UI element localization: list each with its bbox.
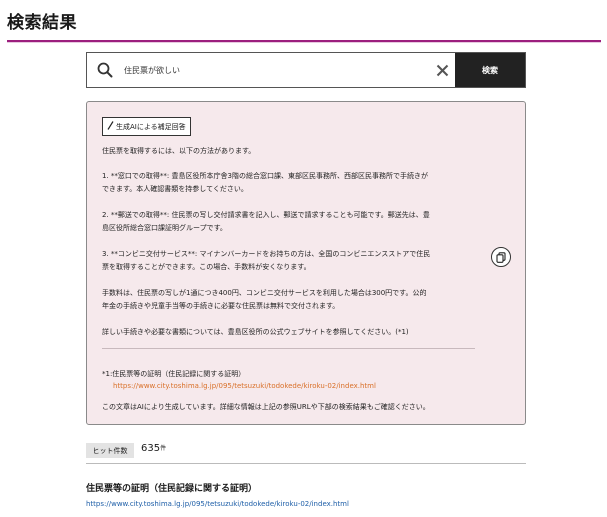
search-bar: 検索 [86, 52, 526, 88]
ai-intro: 住民票を取得するには、以下の方法があります。 [102, 147, 256, 155]
result-title[interactable]: 住民票等の証明（住民記録に関する証明） [86, 481, 257, 494]
ai-fee-line-1: 手数料は、住民票の写しが1通につき400円、コンビニ交付サービスを利用した場合は… [102, 289, 427, 297]
search-icon [87, 53, 123, 87]
ai-fee-line-2: 年金の手続きや児童手当等の手続きに必要な住民票は無料で交付されます。 [102, 302, 340, 310]
search-input[interactable] [123, 53, 429, 87]
hit-count-label: ヒット件数 [86, 443, 134, 458]
ai-details: 詳しい手続きや必要な書類については、豊島区役所の公式ウェブサイトを参照してくださ… [102, 328, 409, 336]
ai-reference-link[interactable]: https://www.city.toshima.lg.jp/095/tetsu… [113, 382, 376, 390]
ai-answer-badge-label: 生成AIによる補足回答 [116, 122, 186, 131]
ai-answer-divider [102, 348, 475, 349]
hit-count-value: 635 [141, 443, 161, 454]
page-title: 検索結果 [7, 13, 77, 33]
ai-disclaimer: この文章はAIにより生成しています。詳細な情報は上記の参照URLや下部の検索結果… [102, 403, 430, 411]
ai-answer-badge: 生成AIによる補足回答 [102, 117, 191, 136]
title-divider-shadow [7, 42, 601, 43]
search-button[interactable]: 検索 [455, 53, 525, 87]
ai-reference-label: *1:住民票等の証明（住民記録に関する証明） [102, 370, 246, 378]
ai-method-1-line-1: 1. **窓口での取得**: 豊島区役所本庁舎3階の総合窓口課、東部区民事務所、… [102, 172, 428, 180]
close-icon[interactable] [429, 53, 455, 87]
hit-count-unit: 件 [160, 445, 167, 452]
ai-answer-panel: 生成AIによる補足回答 住民票を取得するには、以下の方法があります。 1. **… [86, 101, 526, 425]
copy-icon [496, 248, 506, 267]
ai-method-1-line-2: できます。本人確認書類を持参してください。 [102, 185, 248, 193]
hit-count: 635件 [141, 443, 166, 454]
results-divider [86, 463, 526, 464]
copy-button[interactable] [491, 247, 511, 267]
ai-method-3-line-1: 3. **コンビニ交付サービス**: マイナンバーカードをお持ちの方は、全国のコ… [102, 250, 431, 258]
ai-method-3-line-2: 票を取得することができます。この場合、手数料が安くなります。 [102, 263, 311, 271]
result-url[interactable]: https://www.city.toshima.lg.jp/095/tetsu… [86, 500, 349, 508]
ai-method-2-line-2: 島区役所総合窓口課証明グループです。 [102, 224, 227, 232]
pencil-icon [107, 121, 114, 132]
ai-method-2-line-1: 2. **郵送での取得**: 住民票の写し交付請求書を記入し、郵送で請求すること… [102, 211, 430, 219]
